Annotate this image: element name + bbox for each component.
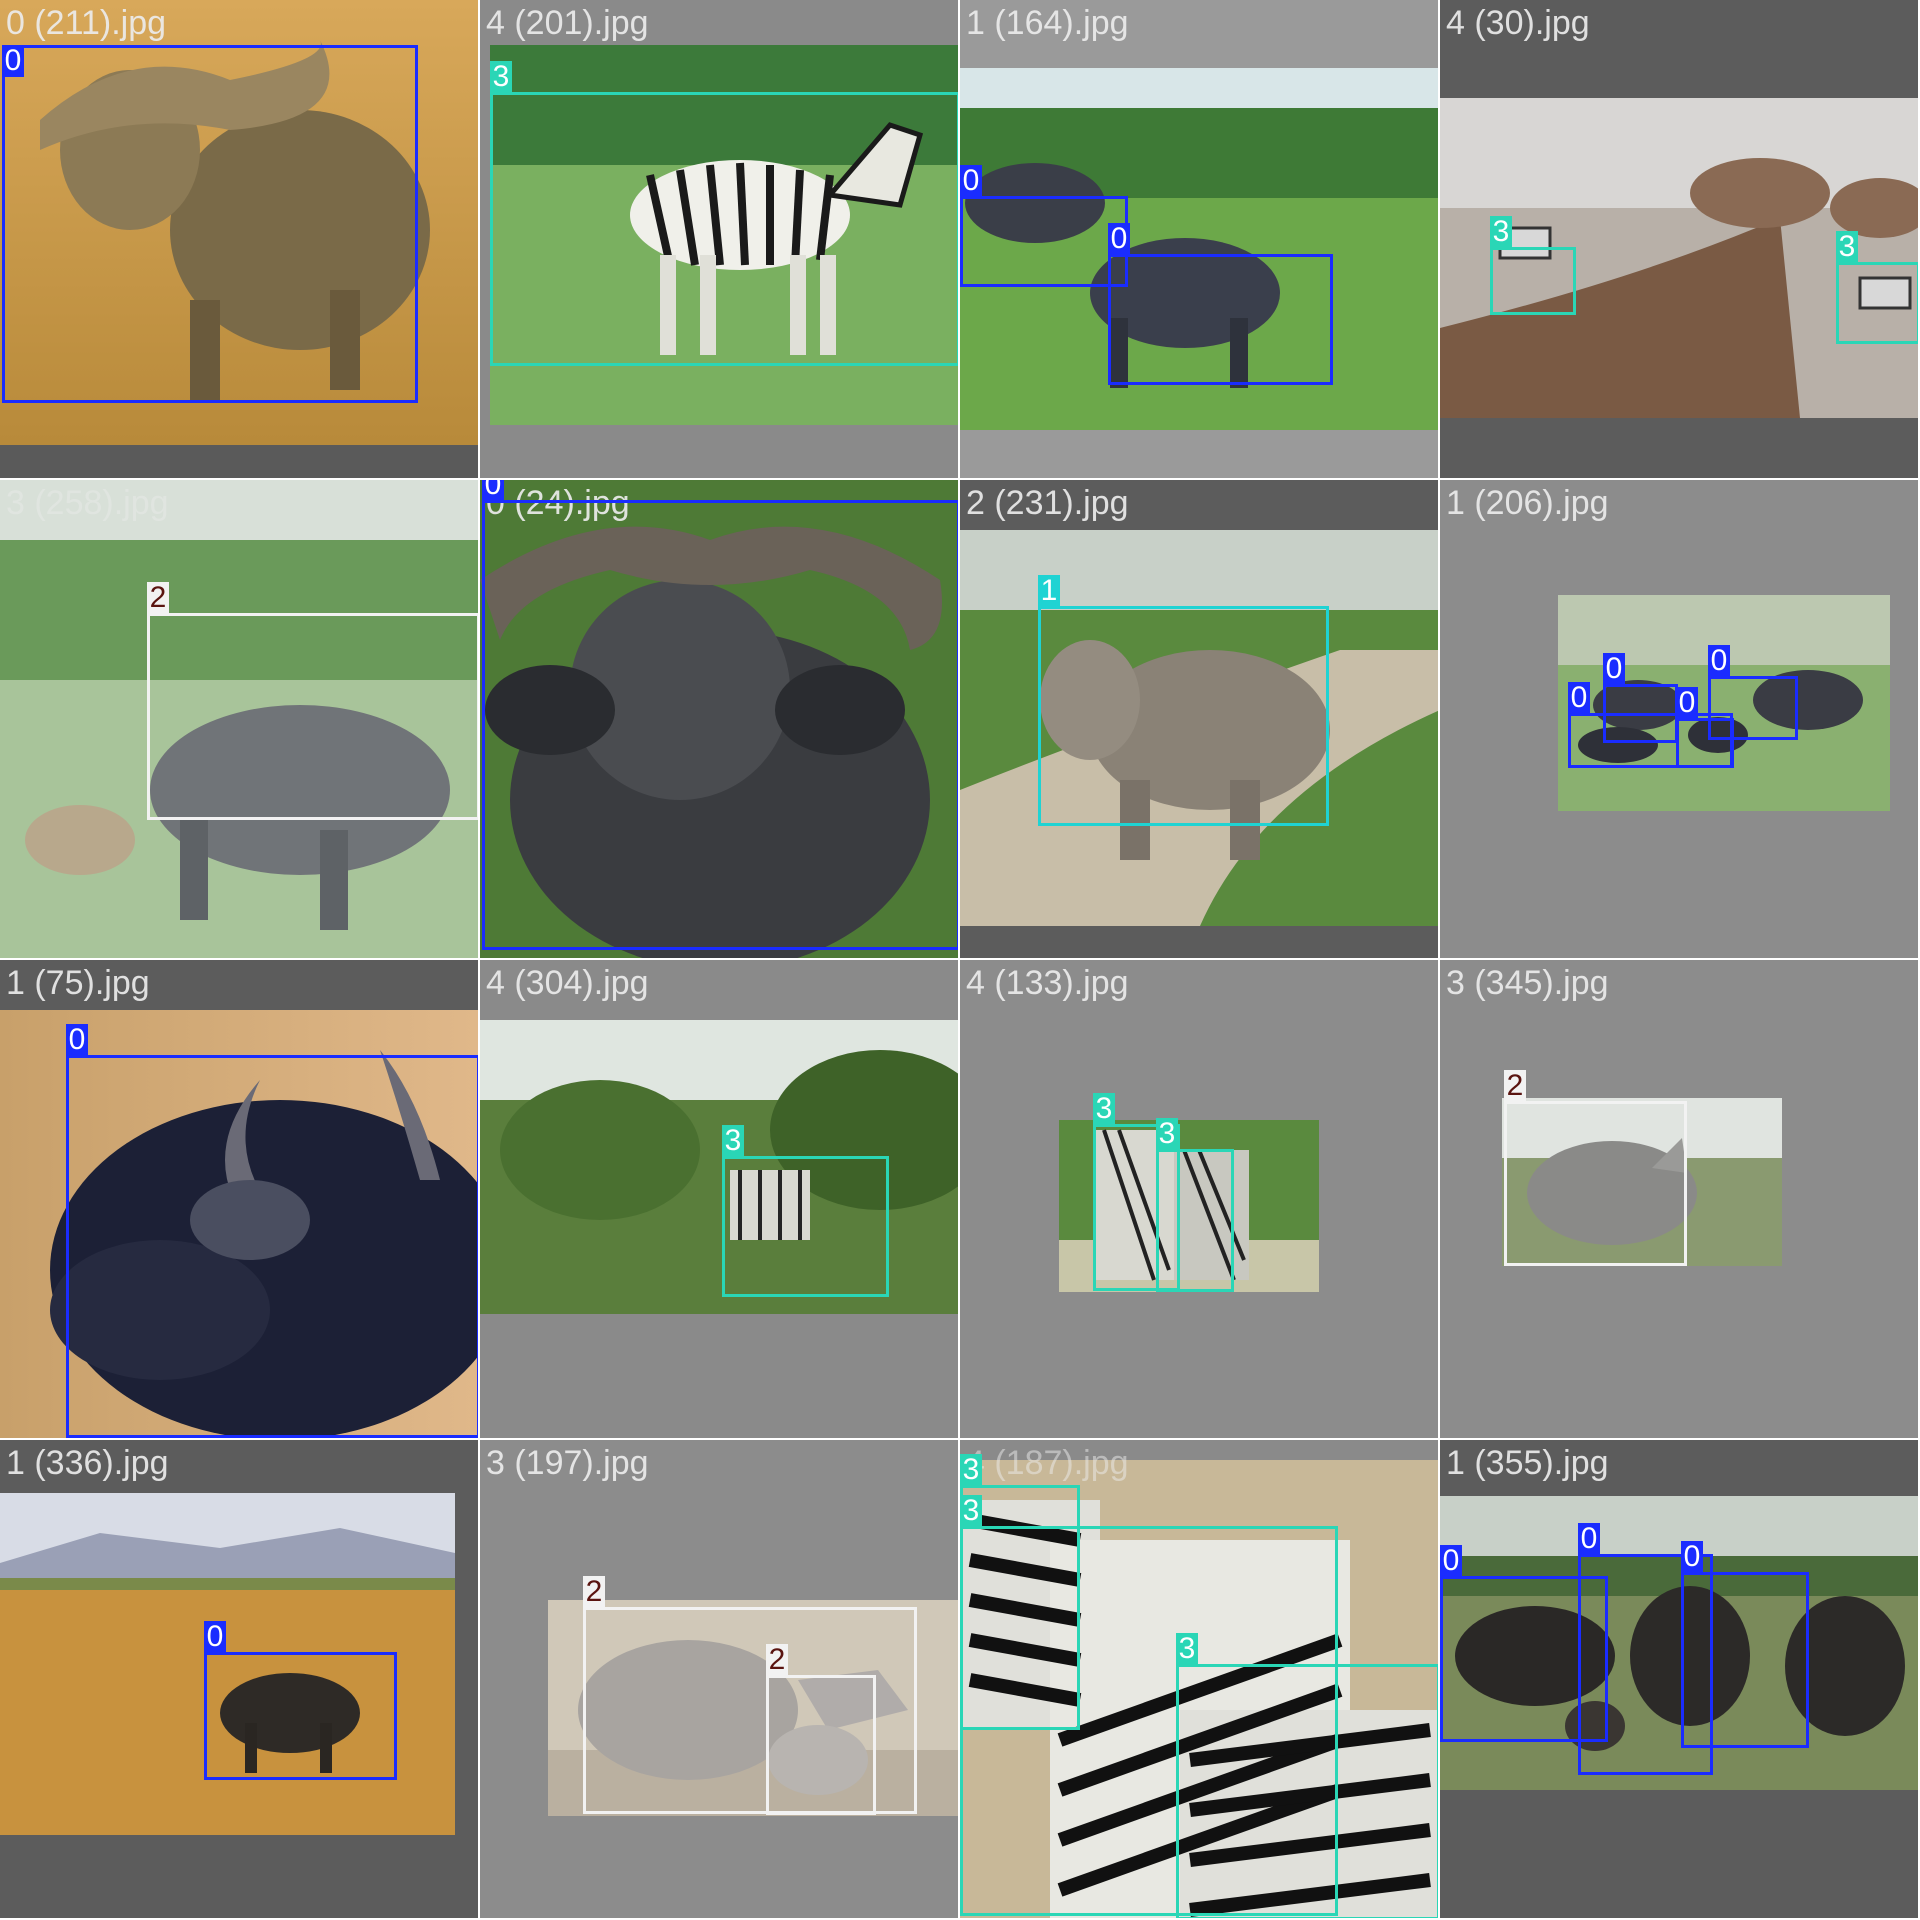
tile-filename: 2 (231).jpg [966, 484, 1129, 522]
mosaic-tile: 1 (355).jpg 0 0 0 [1440, 1440, 1920, 1920]
detection-class-label: 3 [1490, 216, 1512, 248]
mosaic-tile: 3 (197).jpg 2 2 [480, 1440, 960, 1920]
tile-filename: 1 (206).jpg [1446, 484, 1609, 522]
detection-class-label: 0 [1108, 223, 1130, 255]
detection-mosaic-grid: 0 (211).jpg 0 4 (201).jpg 3 1 (164).jpg … [0, 0, 1920, 1920]
detection-class-label: 2 [1504, 1070, 1526, 1102]
detection-box: 0 [960, 165, 1128, 287]
tile-filename: 3 (197).jpg [486, 1444, 649, 1482]
detection-class-label: 3 [490, 61, 512, 93]
detection-box: 1 [1038, 575, 1329, 826]
detection-class-label: 0 [1681, 1541, 1703, 1573]
detection-class-label: 0 [1578, 1523, 1600, 1555]
detection-class-label: 0 [1568, 682, 1590, 714]
detection-box: 0 [2, 45, 418, 403]
detection-box: 0 [1708, 645, 1798, 740]
tile-filename: 1 (355).jpg [1446, 1444, 1609, 1482]
detection-class-label: 0 [482, 480, 504, 501]
detection-class-label: 3 [960, 1454, 982, 1486]
tile-filename: 4 (201).jpg [486, 4, 649, 42]
tile-filename: 0 (211).jpg [6, 4, 167, 42]
tile-filename: 1 (336).jpg [6, 1444, 169, 1482]
detection-class-label: 3 [960, 1495, 982, 1527]
detection-class-label: 2 [583, 1576, 605, 1608]
detection-class-label: 3 [722, 1125, 744, 1157]
detection-class-label: 0 [66, 1024, 88, 1056]
detection-box: 0 [204, 1621, 397, 1780]
detection-class-label: 0 [2, 45, 24, 77]
tile-filename: 1 (75).jpg [6, 964, 150, 1002]
mosaic-tile: 1 (164).jpg 0 0 [960, 0, 1440, 480]
detection-class-label: 2 [766, 1644, 788, 1676]
tile-filename: 4 (304).jpg [486, 964, 649, 1002]
tile-filename: 4 (187).jpg [966, 1444, 1129, 1482]
detection-box: 3 [1836, 231, 1918, 344]
detection-box: 3 [1490, 216, 1576, 315]
detection-class-label: 3 [1176, 1633, 1198, 1665]
detection-class-label: 3 [1093, 1093, 1115, 1125]
detection-class-label: 0 [204, 1621, 226, 1653]
tile-filename: 3 (258).jpg [6, 484, 169, 522]
mosaic-tile: 2 (231).jpg 1 [960, 480, 1440, 960]
detection-class-label: 0 [1440, 1545, 1462, 1577]
mosaic-tile: 1 (206).jpg 0 0 0 0 [1440, 480, 1920, 960]
mosaic-tile: 4 (304).jpg 3 [480, 960, 960, 1440]
detection-box: 3 [722, 1125, 889, 1297]
detection-box: 3 [1176, 1633, 1438, 1918]
mosaic-tile: 4 (133).jpg 3 3 [960, 960, 1440, 1440]
detection-class-label: 0 [1676, 687, 1698, 719]
detection-box: 0 [1108, 223, 1333, 385]
mosaic-tile: 4 (201).jpg 3 [480, 0, 960, 480]
detection-box: 2 [1504, 1070, 1687, 1266]
detection-box: 2 [766, 1644, 876, 1815]
detection-box: 2 [147, 582, 478, 820]
detection-box: 3 [490, 61, 958, 366]
tile-filename: 4 (133).jpg [966, 964, 1129, 1002]
mosaic-tile: 4 (187).jpg 3 3 3 [960, 1440, 1440, 1920]
mosaic-tile: 1 (336).jpg 0 [0, 1440, 480, 1920]
detection-class-label: 1 [1038, 575, 1060, 607]
detection-class-label: 0 [960, 165, 982, 197]
detection-class-label: 2 [147, 582, 169, 614]
mosaic-tile: 3 (258).jpg 2 [0, 480, 480, 960]
mosaic-tile: 0 (24).jpg 0 [480, 480, 960, 960]
detection-box: 3 [1156, 1118, 1234, 1292]
detection-box: 0 [482, 480, 958, 950]
detection-box: 0 [66, 1024, 478, 1438]
detection-class-label: 3 [1156, 1118, 1178, 1150]
mosaic-tile: 0 (211).jpg 0 [0, 0, 480, 480]
tile-filename: 1 (164).jpg [966, 4, 1129, 42]
mosaic-tile: 4 (30).jpg 3 3 [1440, 0, 1920, 480]
mosaic-tile: 1 (75).jpg 0 [0, 960, 480, 1440]
tile-filename: 4 (30).jpg [1446, 4, 1590, 42]
detection-class-label: 3 [1836, 231, 1858, 263]
detection-box: 0 [1681, 1541, 1809, 1748]
detection-class-label: 0 [1708, 645, 1730, 677]
mosaic-tile: 3 (345).jpg 2 [1440, 960, 1920, 1440]
detection-class-label: 0 [1603, 653, 1625, 685]
tile-filename: 3 (345).jpg [1446, 964, 1609, 1002]
